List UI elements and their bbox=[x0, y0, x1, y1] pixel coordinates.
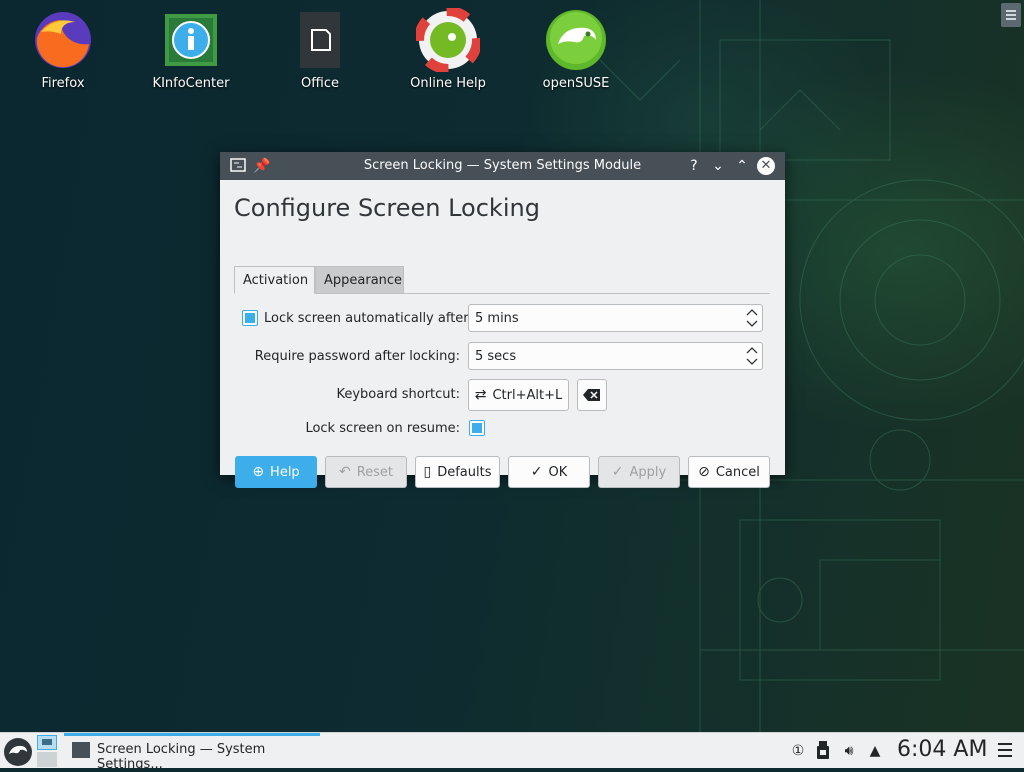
clear-shortcut-button[interactable] bbox=[577, 379, 607, 411]
apply-button[interactable]: ✓ Apply bbox=[598, 456, 680, 488]
desktop-1[interactable] bbox=[37, 735, 57, 750]
cancel-button[interactable]: ⊘ Cancel bbox=[688, 456, 770, 488]
lock-auto-label: Lock screen automatically after: bbox=[264, 311, 473, 326]
desktop-2[interactable] bbox=[37, 752, 57, 767]
shortcut-button[interactable]: ⇄ Ctrl+Alt+L bbox=[468, 379, 569, 411]
system-settings-icon bbox=[72, 742, 90, 758]
checkmark-icon: ✓ bbox=[530, 464, 543, 480]
desktop-icon-firefox[interactable]: Firefox bbox=[13, 8, 113, 91]
help-lifebuoy-icon: ⊕ bbox=[252, 464, 265, 480]
clock[interactable]: 6:04 AM bbox=[897, 737, 987, 762]
tab-activation[interactable]: Activation bbox=[234, 266, 315, 294]
application-launcher[interactable] bbox=[2, 736, 34, 768]
minimize-icon[interactable]: ⌄ bbox=[709, 157, 727, 175]
tab-appearance[interactable]: Appearance bbox=[315, 266, 404, 294]
firefox-icon bbox=[31, 8, 95, 72]
lock-auto-checkbox[interactable] bbox=[242, 310, 258, 326]
help-lifebuoy-icon bbox=[414, 6, 482, 74]
lock-timeout-spinbox[interactable]: 5 mins bbox=[468, 304, 763, 332]
spin-arrows-icon[interactable] bbox=[746, 307, 758, 329]
desktop-icon-kinfocenter[interactable]: KInfoCenter bbox=[141, 8, 241, 91]
lock-timeout-value: 5 mins bbox=[475, 311, 519, 326]
notifications-icon[interactable]: ① bbox=[789, 741, 807, 761]
desktop-icon-office[interactable]: Office bbox=[270, 8, 370, 91]
window-titlebar[interactable]: 📌 Screen Locking — System Settings Modul… bbox=[220, 152, 785, 180]
desktop-icon-label: Firefox bbox=[41, 76, 85, 91]
apply-button-label: Apply bbox=[629, 464, 667, 480]
maximize-icon[interactable]: ⌃ bbox=[733, 157, 751, 175]
removable-device-icon[interactable] bbox=[815, 741, 831, 761]
password-delay-spinbox[interactable]: 5 secs bbox=[468, 342, 763, 370]
undo-icon: ↶ bbox=[338, 464, 351, 480]
password-delay-label: Require password after locking: bbox=[254, 349, 460, 364]
reset-button-label: Reset bbox=[356, 464, 394, 480]
office-document-icon bbox=[288, 8, 352, 72]
info-center-icon bbox=[159, 8, 223, 72]
close-icon[interactable]: ✕ bbox=[757, 157, 775, 175]
desktop-icon-label: KInfoCenter bbox=[152, 76, 230, 91]
defaults-button-label: Defaults bbox=[437, 464, 492, 480]
opensuse-chameleon-icon bbox=[544, 8, 608, 72]
virtual-desktop-pager[interactable] bbox=[37, 735, 57, 767]
desktop-icon-label: Online Help bbox=[410, 76, 486, 91]
checkmark-icon: ✓ bbox=[611, 464, 624, 480]
document-revert-icon: ▯ bbox=[423, 464, 432, 480]
desktop-icon-online-help[interactable]: Online Help bbox=[398, 6, 498, 91]
volume-icon[interactable]: 🔊︎ bbox=[840, 741, 858, 761]
help-button[interactable]: ⊕ Help bbox=[235, 456, 317, 488]
panel-menu-icon[interactable] bbox=[998, 742, 1012, 758]
lock-on-resume-label: Lock screen on resume: bbox=[305, 421, 460, 436]
expand-tray-arrow-icon[interactable]: ▲ bbox=[866, 741, 884, 761]
ok-button[interactable]: ✓ OK bbox=[508, 456, 590, 488]
lock-on-resume-checkbox[interactable] bbox=[469, 420, 485, 436]
cancel-button-label: Cancel bbox=[715, 464, 760, 480]
help-button-label: Help bbox=[270, 464, 300, 480]
backspace-clear-icon bbox=[583, 389, 600, 401]
password-delay-value: 5 secs bbox=[475, 349, 517, 364]
settings-window: 📌 Screen Locking — System Settings Modul… bbox=[220, 152, 785, 488]
ok-button-label: OK bbox=[548, 464, 568, 480]
page-title: Configure Screen Locking bbox=[234, 194, 540, 222]
desktop-icon-label: openSUSE bbox=[542, 76, 610, 91]
desktop-icon-label: Office bbox=[301, 76, 339, 91]
cancel-icon: ⊘ bbox=[698, 464, 710, 480]
taskbar: Screen Locking — System Settings... ① 🔊︎… bbox=[0, 732, 1024, 772]
shortcut-value: Ctrl+Alt+L bbox=[492, 387, 563, 403]
shortcut-label: Keyboard shortcut: bbox=[336, 387, 460, 402]
configure-shortcut-icon: ⇄ bbox=[474, 387, 487, 403]
defaults-button[interactable]: ▯ Defaults bbox=[415, 456, 500, 488]
reset-button[interactable]: ↶ Reset bbox=[325, 456, 407, 488]
taskbar-task-screen-locking[interactable]: Screen Locking — System Settings... bbox=[64, 733, 320, 772]
context-help-icon[interactable]: ? bbox=[685, 157, 703, 175]
desktop-icon-opensuse[interactable]: openSUSE bbox=[526, 8, 626, 91]
opensuse-launcher-icon bbox=[4, 738, 32, 766]
desktop-toolbox-handle[interactable] bbox=[1001, 3, 1021, 27]
spin-arrows-icon[interactable] bbox=[746, 345, 758, 367]
